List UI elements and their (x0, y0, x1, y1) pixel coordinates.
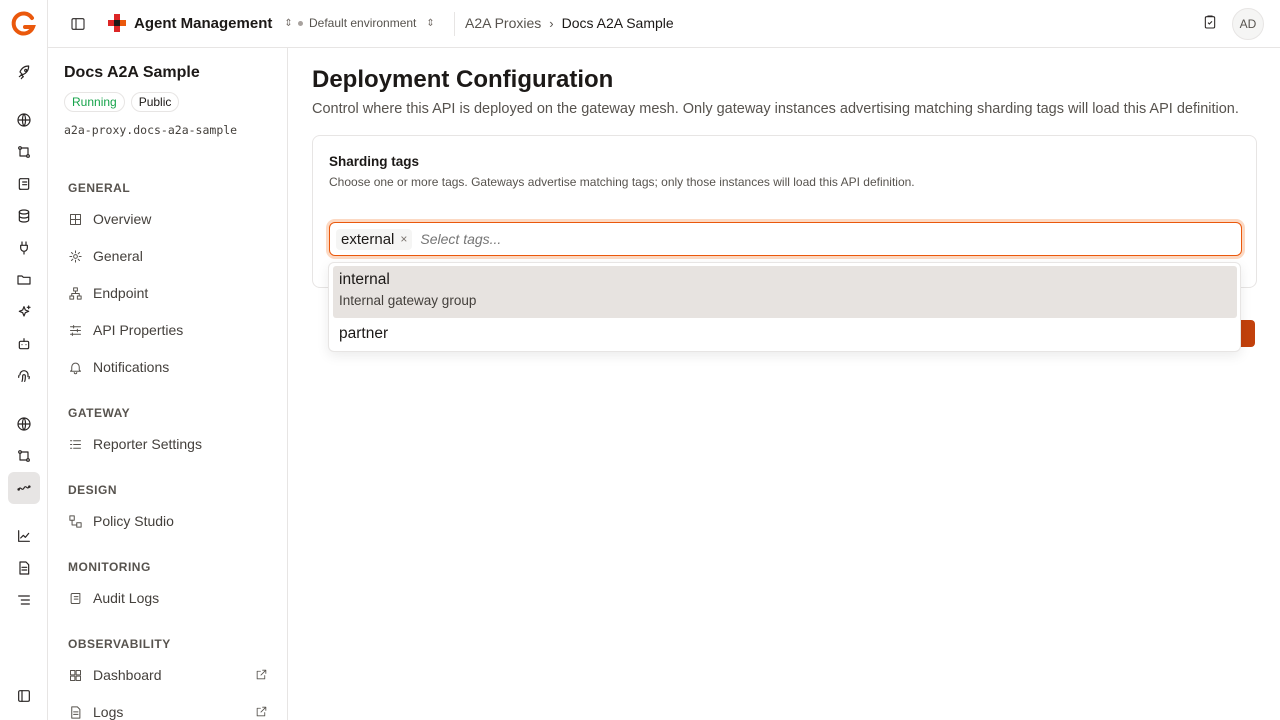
sidebar-item-audit-logs[interactable]: Audit Logs (68, 586, 278, 610)
tag-chip-label: external (341, 230, 395, 248)
option-partner[interactable]: partner (333, 325, 1237, 349)
api-path: a2a-proxy.docs-a2a-sample (64, 123, 238, 137)
breadcrumb-current: Docs A2A Sample (561, 15, 674, 31)
tag-search-input[interactable] (420, 231, 1021, 247)
folder-icon[interactable] (8, 264, 40, 296)
document-icon (71, 705, 81, 719)
section-observability: OBSERVABILITY (68, 637, 171, 651)
external-link-icon (255, 705, 268, 720)
close-icon[interactable]: × (400, 232, 407, 246)
sidebar-item-endpoint[interactable]: Endpoint (68, 281, 278, 305)
dashboard-icon (70, 669, 81, 681)
section-monitoring: MONITORING (68, 560, 151, 574)
org-logo-icon (108, 14, 126, 32)
page-title: Deployment Configuration (312, 66, 614, 93)
sidebar-item-reporter-settings[interactable]: Reporter Settings (68, 432, 278, 456)
sidebar-item-overview[interactable]: Overview (68, 207, 278, 231)
globe-icon[interactable] (8, 104, 40, 136)
org-name: Agent Management (134, 14, 273, 32)
rocket-icon[interactable] (8, 56, 40, 88)
sidebar-item-label: Endpoint (93, 285, 149, 301)
bot-icon[interactable] (8, 328, 40, 360)
option-label: internal (339, 271, 390, 288)
sparkles-icon[interactable] (8, 296, 40, 328)
api-icon[interactable] (8, 136, 40, 168)
globe-icon[interactable] (8, 408, 40, 440)
chevron-updown-icon: ⇕ (284, 17, 293, 29)
visibility-badge: Public (130, 92, 180, 112)
environment-switcher[interactable]: Default environment ⇕ (298, 16, 435, 30)
list-icon[interactable] (8, 584, 40, 616)
section-general: GENERAL (68, 181, 131, 195)
section-gateway: GATEWAY (68, 406, 131, 420)
sidebar-item-label: Dashboard (93, 667, 162, 683)
chevron-right-icon: › (549, 15, 554, 31)
sidebar-item-notifications[interactable]: Notifications (68, 355, 278, 379)
tag-chip: external × (336, 228, 413, 250)
divider (454, 12, 455, 36)
fingerprint-icon[interactable] (8, 360, 40, 392)
sidebar-item-label: Overview (93, 211, 152, 227)
environment-status-icon (298, 20, 303, 26)
scroll-icon (70, 592, 81, 604)
sidebar-item-label: Reporter Settings (93, 436, 202, 452)
sidebar-item-dashboard[interactable]: Dashboard (68, 663, 278, 687)
external-link-icon (255, 668, 268, 684)
sidebar-item-logs[interactable]: Logs (68, 700, 278, 720)
clipboard-check-icon[interactable] (1202, 14, 1218, 35)
card-description: Choose one or more tags. Gateways advert… (329, 175, 915, 189)
sidebar-item-label: Logs (93, 704, 124, 720)
app-logo-icon[interactable] (10, 10, 38, 38)
sidebar-item-api-properties[interactable]: API Properties (68, 318, 278, 342)
tag-options-dropdown: internal Internal gateway group partner (328, 262, 1241, 352)
sidebar-item-label: Notifications (93, 359, 170, 375)
chevron-updown-icon: ⇕ (426, 17, 435, 29)
org-switcher[interactable]: Agent Management ⇕ (108, 14, 293, 32)
agent-proxy-icon[interactable] (8, 472, 40, 504)
breadcrumb: A2A Proxies › Docs A2A Sample (465, 15, 674, 31)
gear-icon (69, 249, 82, 263)
main-content: Deployment Configuration Control where t… (288, 48, 1280, 720)
api-sidebar: Docs A2A Sample Running Public a2a-proxy… (48, 48, 288, 720)
sidebar-item-label: Audit Logs (93, 590, 160, 606)
page-description: Control where this API is deployed on th… (312, 101, 1239, 117)
bell-icon (70, 362, 81, 374)
app-rail (0, 0, 48, 720)
option-internal[interactable]: internal Internal gateway group (333, 266, 1237, 318)
sidebar-item-label: General (93, 248, 143, 264)
database-icon[interactable] (8, 200, 40, 232)
document-icon[interactable] (8, 552, 40, 584)
workflow-icon (69, 514, 82, 528)
network-icon (69, 286, 82, 300)
section-design: DESIGN (68, 483, 118, 497)
option-label: partner (339, 325, 389, 342)
plug-icon[interactable] (8, 232, 40, 264)
top-bar: Agent Management ⇕ Default environment ⇕… (48, 0, 1280, 48)
breadcrumb-a2a-proxies[interactable]: A2A Proxies (465, 15, 541, 31)
sidebar-item-label: API Properties (93, 322, 184, 338)
scroll-icon[interactable] (8, 168, 40, 200)
sidebar-toggle-icon[interactable] (68, 14, 88, 34)
sidebar-item-policy-studio[interactable]: Policy Studio (68, 509, 278, 533)
sidebar-item-label: Policy Studio (93, 513, 174, 529)
card-title: Sharding tags (329, 154, 420, 169)
option-description: Internal gateway group (339, 293, 477, 308)
chart-line-icon[interactable] (8, 520, 40, 552)
avatar[interactable]: AD (1232, 8, 1264, 40)
status-badge: Running (64, 92, 125, 112)
list-icon (70, 439, 81, 449)
panel-icon[interactable] (8, 680, 40, 712)
sliders-icon (70, 324, 81, 336)
grid-icon (70, 213, 81, 225)
api-icon[interactable] (8, 440, 40, 472)
api-name: Docs A2A Sample (64, 64, 200, 81)
sharding-tags-input[interactable]: external × (329, 222, 1242, 256)
environment-name: Default environment (309, 16, 417, 30)
sidebar-item-general[interactable]: General (68, 244, 278, 268)
